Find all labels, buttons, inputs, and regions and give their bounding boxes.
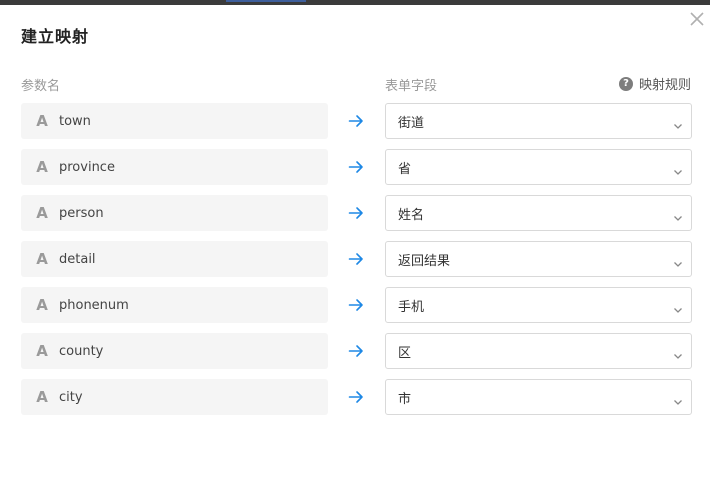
- form-field-header: 表单字段: [385, 79, 438, 94]
- text-type-icon: A: [36, 112, 48, 130]
- mapping-row: Aprovince 省: [21, 149, 692, 185]
- arrow-right-icon: [348, 205, 364, 221]
- param-name: county: [59, 343, 104, 359]
- text-type-icon: A: [36, 204, 48, 222]
- chevron-down-icon: [673, 392, 683, 405]
- mapping-row: Aperson 姓名: [21, 195, 692, 231]
- mapping-row: Aphonenum 手机: [21, 287, 692, 323]
- param-item: Aprovince: [21, 149, 328, 185]
- arrow-right-icon: [348, 343, 364, 359]
- mapping-row: Adetail 返回结果: [21, 241, 692, 277]
- param-name: town: [59, 113, 91, 129]
- param-name-header: 参数名: [21, 79, 61, 94]
- param-name: city: [59, 389, 83, 405]
- form-field-value: 省: [398, 161, 412, 177]
- param-item: Acounty: [21, 333, 328, 369]
- param-name: person: [59, 205, 104, 221]
- close-icon[interactable]: [688, 10, 706, 28]
- param-name: province: [59, 159, 115, 175]
- form-field-select[interactable]: 省: [385, 149, 692, 185]
- form-field-value: 手机: [398, 299, 425, 315]
- arrow-right-icon: [348, 159, 364, 175]
- form-field-select[interactable]: 街道: [385, 103, 692, 139]
- arrow-right-icon: [348, 297, 364, 313]
- form-field-value: 市: [398, 391, 412, 407]
- param-item: Adetail: [21, 241, 328, 277]
- chevron-down-icon: [673, 162, 683, 175]
- mapping-row: Acounty 区: [21, 333, 692, 369]
- text-type-icon: A: [36, 388, 48, 406]
- chevron-down-icon: [673, 116, 683, 129]
- chevron-down-icon: [673, 346, 683, 359]
- arrow-right-icon: [348, 389, 364, 405]
- form-field-select[interactable]: 区: [385, 333, 692, 369]
- param-item: Aperson: [21, 195, 328, 231]
- form-field-select[interactable]: 市: [385, 379, 692, 415]
- mapping-list: Atown 街道 Aprovince 省 Aperson 姓名 Adetail 返回结果 Aph…: [21, 103, 692, 425]
- form-field-select[interactable]: 手机: [385, 287, 692, 323]
- mapping-rule-link[interactable]: ? 映射规则: [618, 74, 691, 93]
- param-item: Aphonenum: [21, 287, 328, 323]
- mapping-row: Acity 市: [21, 379, 692, 415]
- mapping-row: Atown 街道: [21, 103, 692, 139]
- question-circle-icon: ?: [618, 76, 633, 91]
- text-type-icon: A: [36, 342, 48, 360]
- mapping-rule-label: 映射规则: [638, 78, 691, 93]
- form-field-select[interactable]: 姓名: [385, 195, 692, 231]
- form-field-value: 区: [398, 345, 412, 361]
- top-bar: [0, 0, 710, 5]
- param-item: Atown: [21, 103, 328, 139]
- arrow-right-icon: [348, 113, 364, 129]
- chevron-down-icon: [673, 208, 683, 221]
- param-item: Acity: [21, 379, 328, 415]
- form-field-value: 街道: [398, 115, 425, 131]
- param-name: phonenum: [59, 297, 129, 313]
- form-field-value: 返回结果: [398, 253, 451, 269]
- chevron-down-icon: [673, 254, 683, 267]
- param-name: detail: [59, 251, 96, 267]
- chevron-down-icon: [673, 300, 683, 313]
- text-type-icon: A: [36, 158, 48, 176]
- top-bar-accent: [226, 0, 306, 2]
- arrow-right-icon: [348, 251, 364, 267]
- text-type-icon: A: [36, 250, 48, 268]
- form-field-value: 姓名: [398, 207, 425, 223]
- dialog-title: 建立映射: [21, 27, 90, 46]
- form-field-select[interactable]: 返回结果: [385, 241, 692, 277]
- text-type-icon: A: [36, 296, 48, 314]
